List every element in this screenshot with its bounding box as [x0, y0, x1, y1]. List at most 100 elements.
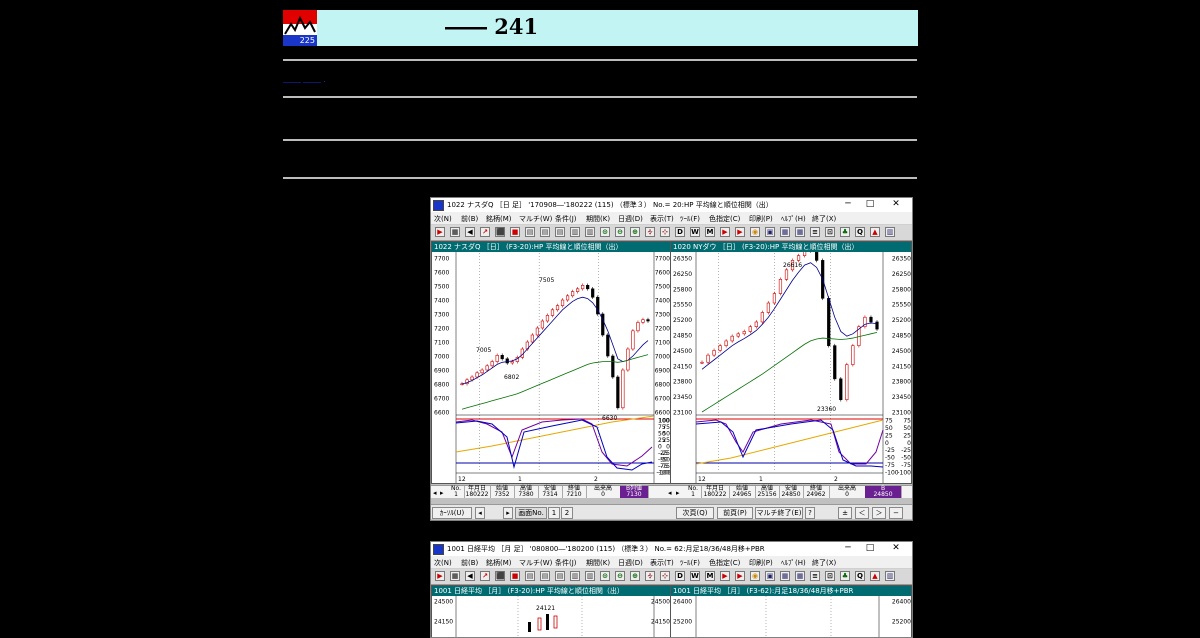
nikkei-chart-right[interactable]: 264002640025200252002400024000 — [671, 596, 912, 638]
toolbar-button-icon[interactable]: ⬛ — [495, 227, 505, 237]
menu-help[interactable]: ﾍﾙﾌﾟ(H) — [781, 214, 806, 224]
screen-1-button[interactable]: 1 — [548, 507, 560, 519]
toolbar-button-icon[interactable]: ↗ — [480, 227, 490, 237]
menu-tools[interactable]: ﾂｰﾙ(F) — [680, 214, 700, 224]
scroll-left-arrow-icon[interactable]: ◂ — [475, 507, 485, 519]
minimize-button[interactable]: ─ — [842, 543, 854, 554]
toolbar-button-icon[interactable]: ▦ — [780, 571, 790, 581]
plus-minus-button[interactable]: ± — [838, 507, 852, 519]
toolbar-button-icon[interactable]: ▤ — [555, 227, 565, 237]
nikkei-chart-left[interactable]: 24500245002415024150238002380024121 — [432, 596, 672, 638]
menu-period[interactable]: 期間(K) — [586, 214, 610, 224]
toolbar-button-icon[interactable]: ▦ — [780, 227, 790, 237]
toolbar-button-icon[interactable]: ≡ — [810, 227, 820, 237]
nydow-chart[interactable]: 26350 26350 26250 26250 25800 25800 25550 25550… — [671, 252, 912, 484]
maximize-button[interactable]: □ — [864, 199, 876, 210]
menu-help[interactable]: ﾍﾙﾌﾟ(H) — [781, 558, 806, 568]
minus-button[interactable]: − — [889, 507, 903, 519]
toolbar-button-icon[interactable]: ▶ — [735, 571, 745, 581]
menu-prev[interactable]: 前(B) — [461, 558, 478, 568]
chart-panel-nydow[interactable]: 1020 NYダウ ［日］ (F3-20):HP 平均線と順位相関（出） 263… — [670, 241, 912, 484]
toolbar-button-icon[interactable]: ⊙ — [600, 227, 610, 237]
toolbar-button-icon[interactable]: ⬛ — [495, 571, 505, 581]
toolbar-button-icon[interactable]: ▥ — [585, 571, 595, 581]
multi-end-button[interactable]: マルチ終了(E) — [755, 507, 803, 519]
menu-color[interactable]: 色指定(C) — [709, 558, 740, 568]
toolbar-button-icon[interactable]: ▥ — [570, 571, 580, 581]
toolbar-button-icon[interactable]: ▦ — [795, 227, 805, 237]
toolbar-button-icon[interactable]: ⊖ — [615, 227, 625, 237]
toolbar-button-icon[interactable]: ▤ — [525, 227, 535, 237]
screen-2-button[interactable]: 2 — [561, 507, 573, 519]
toolbar-button-icon[interactable]: ▦ — [795, 571, 805, 581]
toolbar-button-icon[interactable]: ♣ — [840, 571, 850, 581]
toolbar-button-icon[interactable]: W — [690, 227, 700, 237]
toolbar-button-icon[interactable]: ▤ — [540, 227, 550, 237]
next-page-button[interactable]: 次頁(Q) — [676, 507, 714, 519]
menu-prev[interactable]: 前(B) — [461, 214, 478, 224]
close-button[interactable]: ✕ — [890, 543, 902, 554]
toolbar-button-icon[interactable]: ▦ — [450, 571, 460, 581]
cursor-button[interactable]: ｶｰｿﾙ(U) — [432, 507, 472, 519]
menu-condition[interactable]: 条件(J) — [555, 214, 577, 224]
toolbar-button-icon[interactable]: ▥ — [570, 227, 580, 237]
menu-exit[interactable]: 終了(X) — [812, 558, 836, 568]
toolbar-button-icon[interactable]: ▤ — [555, 571, 565, 581]
zoom-out-button[interactable]: ＜ — [855, 507, 869, 519]
menu-next[interactable]: 次(N) — [434, 214, 452, 224]
toolbar-button-icon[interactable]: ⊕ — [630, 227, 640, 237]
toolbar-button-icon[interactable]: ⊹ — [660, 227, 670, 237]
window-titlebar[interactable]: 1022 ナスダQ ［日 足］ '170908―'180222 (115) （標… — [431, 198, 912, 212]
toolbar-button-icon[interactable]: ▣ — [765, 227, 775, 237]
menu-condition[interactable]: 条件(J) — [555, 558, 577, 568]
toolbar-button-icon[interactable]: ▣ — [765, 571, 775, 581]
toolbar-button-icon[interactable]: ▥ — [885, 571, 895, 581]
toolbar-button-icon[interactable]: ∻ — [645, 227, 655, 237]
toolbar-button-icon[interactable]: ◀ — [465, 571, 475, 581]
toolbar-button-icon[interactable]: ♣ — [840, 227, 850, 237]
toolbar-button-icon[interactable]: ⊙ — [600, 571, 610, 581]
toolbar-button-icon[interactable]: ≡ — [810, 571, 820, 581]
menu-multi[interactable]: マルチ(W) — [519, 214, 552, 224]
toolbar-button-icon[interactable]: ▦ — [450, 227, 460, 237]
menu-color[interactable]: 色指定(C) — [709, 214, 740, 224]
toolbar-button-icon[interactable]: Q — [855, 227, 865, 237]
toolbar-button-icon[interactable]: ⊡ — [825, 227, 835, 237]
toolbar-button-icon[interactable]: ⊕ — [630, 571, 640, 581]
toolbar-button-icon[interactable]: ▲ — [870, 571, 880, 581]
toolbar-button-icon[interactable]: ▶ — [720, 571, 730, 581]
chart-panel-nikkei-right[interactable]: 1001 日経平均 ［月］ (F3-62):月足18/36/48月移+PBR 2… — [670, 585, 912, 638]
menu-multi[interactable]: マルチ(W) — [519, 558, 552, 568]
toolbar-button-icon[interactable]: ⊹ — [660, 571, 670, 581]
close-button[interactable]: ✕ — [890, 199, 902, 210]
zoom-in-button[interactable]: ＞ — [872, 507, 886, 519]
menu-view[interactable]: 表示(T) — [650, 214, 674, 224]
toolbar-button-icon[interactable]: ■ — [510, 227, 520, 237]
toolbar-button-icon[interactable]: M — [705, 227, 715, 237]
toolbar-button-icon[interactable]: ▥ — [585, 227, 595, 237]
toolbar-button-icon[interactable]: ▤ — [525, 571, 535, 581]
help-question-icon[interactable]: ? — [805, 507, 815, 519]
toolbar-button-icon[interactable]: D — [675, 571, 685, 581]
toolbar-button-icon[interactable]: ◉ — [750, 571, 760, 581]
toolbar-button-icon[interactable]: ↗ — [480, 571, 490, 581]
menu-print[interactable]: 印刷(P) — [749, 558, 773, 568]
menu-stock[interactable]: 銘柄(M) — [486, 214, 512, 224]
toolbar-button-icon[interactable]: W — [690, 571, 700, 581]
minimize-button[interactable]: ─ — [842, 199, 854, 210]
toolbar-button-icon[interactable]: ▶ — [735, 227, 745, 237]
toolbar-button-icon[interactable]: ⊡ — [825, 571, 835, 581]
nav-link[interactable]: ――― ――― ･ — [283, 80, 353, 86]
toolbar-button-icon[interactable]: ▥ — [885, 227, 895, 237]
chart-panel-nikkei-left[interactable]: 1001 日経平均 ［月］ (F3-20):HP 平均線と順位相関（出） 245… — [431, 585, 672, 638]
toolbar-button-icon[interactable]: ▶ — [435, 227, 445, 237]
toolbar-button-icon[interactable]: ∻ — [645, 571, 655, 581]
window-titlebar[interactable]: 1001 日経平均 ［月 足］ '080800―'180200 (115) （標… — [431, 542, 912, 556]
toolbar-button-icon[interactable]: ▲ — [870, 227, 880, 237]
toolbar-button-icon[interactable]: ▶ — [435, 571, 445, 581]
menu-print[interactable]: 印刷(P) — [749, 214, 773, 224]
toolbar-button-icon[interactable]: Q — [855, 571, 865, 581]
menu-daily-weekly[interactable]: 日週(D) — [618, 214, 643, 224]
toolbar-button-icon[interactable]: ▤ — [540, 571, 550, 581]
chart-panel-nasdaq[interactable]: 1022 ナスダQ ［日］ (F3-20):HP 平均線と順位相関（出） 770… — [431, 241, 672, 484]
